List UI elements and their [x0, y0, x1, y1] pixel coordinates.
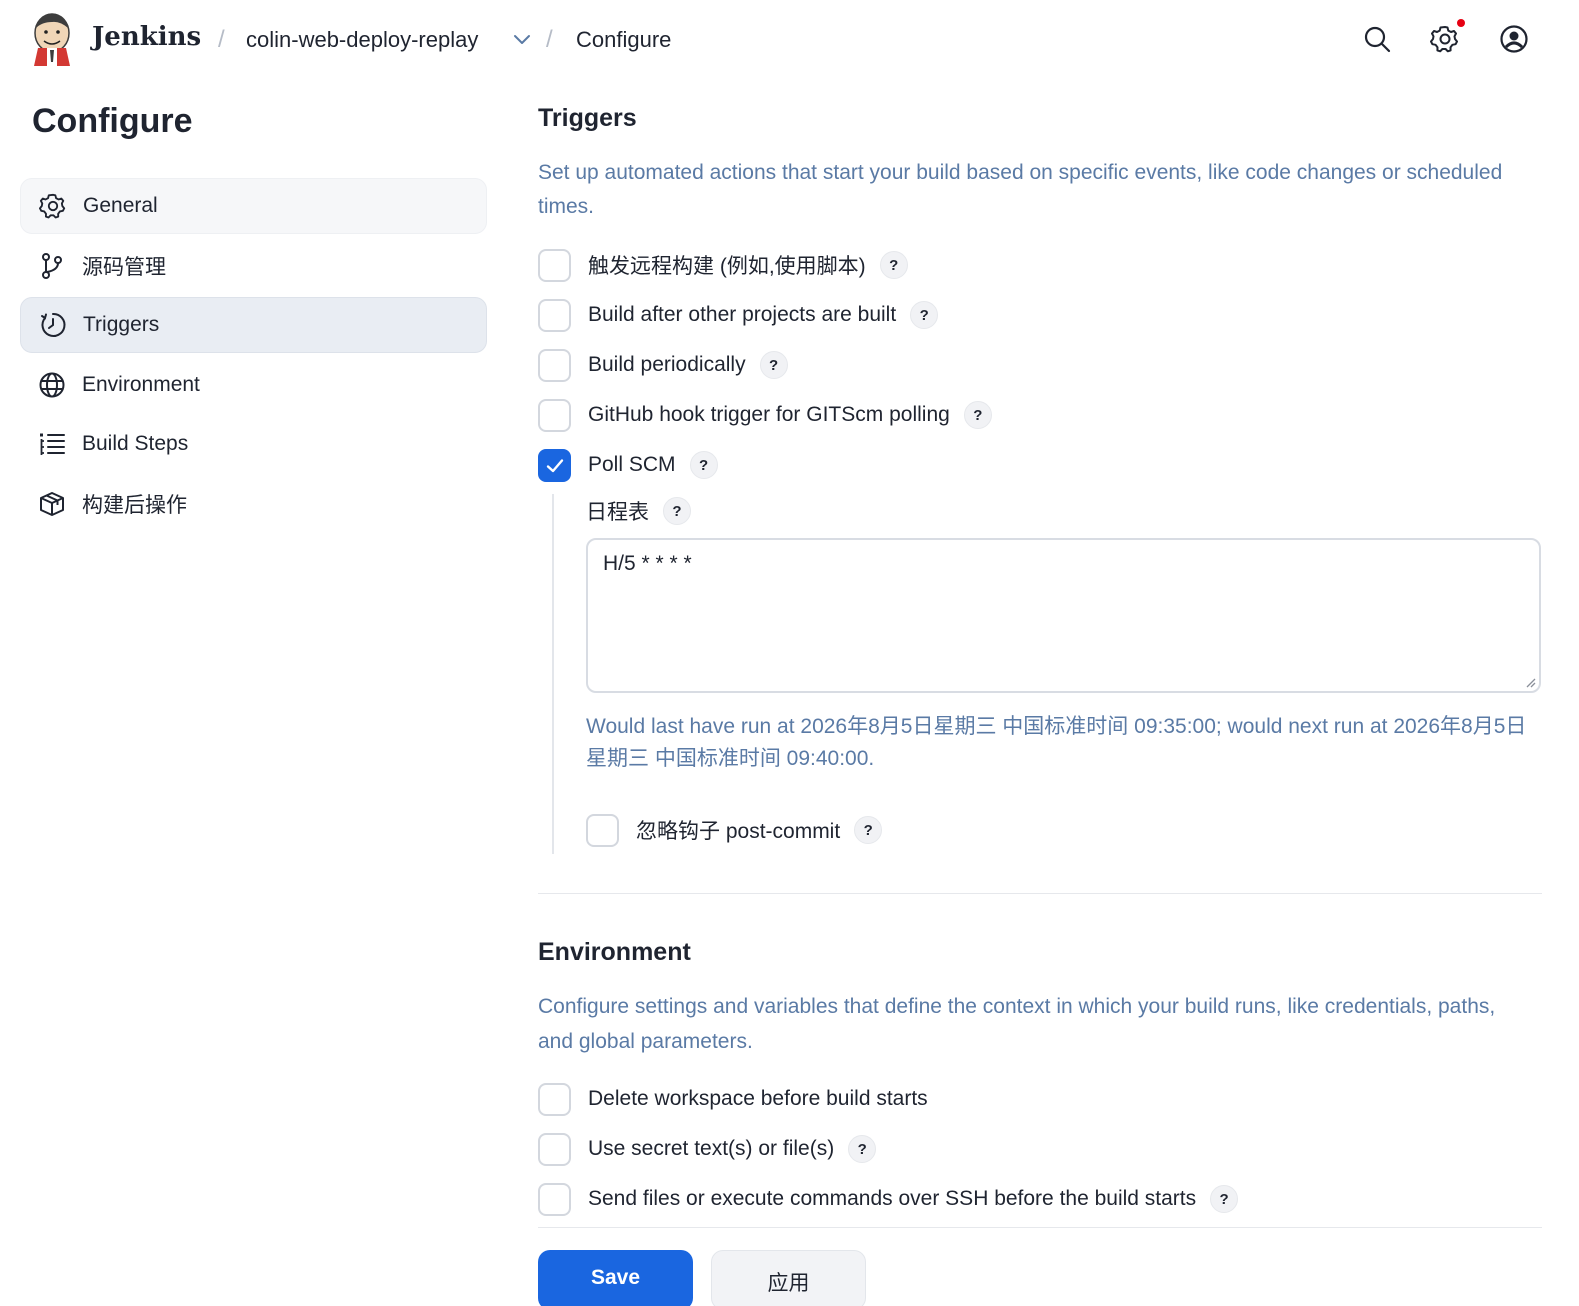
triggers-section-title: Triggers — [538, 104, 637, 132]
checkbox[interactable] — [538, 1082, 571, 1116]
environment-section-title: Environment — [538, 938, 691, 966]
chevron-down-icon[interactable] — [512, 32, 532, 48]
help-icon[interactable]: ? — [759, 351, 788, 379]
jenkins-logo-icon[interactable] — [30, 12, 74, 66]
sidebar-item-triggers[interactable]: Triggers — [20, 297, 487, 353]
schedule-textarea[interactable]: H/5 * * * * — [586, 538, 1541, 693]
sidebar-item-label: 源码管理 — [82, 256, 166, 279]
list-icon — [40, 433, 65, 455]
breadcrumb-current: Configure — [576, 27, 672, 52]
gear-icon — [39, 193, 66, 219]
env-delete-workspace[interactable]: Delete workspace before build starts — [538, 1082, 928, 1116]
sidebar-item-label: Environment — [82, 373, 200, 396]
checkbox-label: Send files or execute commands over SSH … — [588, 1187, 1197, 1210]
user-account-icon[interactable] — [1499, 24, 1529, 54]
source-branch-icon — [42, 253, 62, 279]
schedule-value: H/5 * * * * — [603, 552, 692, 575]
checkbox[interactable] — [538, 398, 571, 432]
sidebar-item-label: Build Steps — [82, 432, 189, 455]
trigger-build-periodically[interactable]: Build periodically ? — [538, 348, 788, 382]
checkbox-label: GitHub hook trigger for GITScm polling — [588, 403, 950, 426]
checkbox-label: Poll SCM — [588, 453, 676, 476]
checkbox-label: Delete workspace before build starts — [588, 1087, 928, 1110]
schedule-label: 日程表 — [586, 501, 649, 524]
sidebar-item-build-steps[interactable]: Build Steps — [20, 416, 487, 472]
sidebar-item-environment[interactable]: Environment — [20, 357, 487, 413]
breadcrumb-job[interactable]: colin-web-deploy-replay — [246, 27, 478, 53]
top-bar: Jenkins / colin-web-deploy-replay / Conf… — [0, 0, 1579, 80]
checkmark-icon — [546, 458, 564, 472]
brand-name[interactable]: Jenkins — [92, 22, 201, 52]
bottom-bar-divider — [538, 1227, 1542, 1228]
help-icon[interactable]: ? — [910, 301, 939, 329]
help-icon[interactable]: ? — [879, 251, 908, 279]
search-icon[interactable] — [1362, 24, 1392, 54]
clock-icon — [41, 312, 66, 337]
breadcrumb-separator: / — [546, 26, 553, 53]
notification-dot — [1457, 19, 1465, 27]
help-icon[interactable]: ? — [1210, 1185, 1239, 1213]
checkbox[interactable] — [538, 1132, 571, 1166]
gear-icon[interactable] — [1430, 24, 1460, 54]
resize-handle-icon[interactable] — [1524, 676, 1536, 688]
checkbox[interactable] — [586, 813, 619, 847]
page-title: Configure — [32, 102, 193, 140]
checkbox-label: 触发远程构建 (例如,使用脚本) — [588, 255, 866, 278]
help-icon[interactable]: ? — [689, 451, 718, 479]
trigger-poll-scm[interactable]: Poll SCM ? — [538, 448, 718, 482]
trigger-github-hook[interactable]: GitHub hook trigger for GITScm polling ? — [538, 398, 992, 432]
checkbox[interactable] — [538, 348, 571, 382]
schedule-label-row: 日程表 ? — [586, 496, 691, 526]
env-use-secret-text[interactable]: Use secret text(s) or file(s) ? — [538, 1132, 877, 1166]
save-button[interactable]: Save — [538, 1250, 693, 1306]
checkbox[interactable] — [538, 1182, 571, 1216]
sidebar-item-label: 构建后操作 — [82, 494, 187, 517]
checkbox-label: Build after other projects are built — [588, 303, 897, 326]
package-icon — [40, 492, 64, 516]
env-send-files-ssh[interactable]: Send files or execute commands over SSH … — [538, 1182, 1239, 1216]
checkbox[interactable] — [538, 248, 571, 282]
trigger-after-other-projects[interactable]: Build after other projects are built ? — [538, 298, 939, 332]
globe-icon — [39, 372, 65, 398]
help-icon[interactable]: ? — [848, 1135, 877, 1163]
apply-button[interactable]: 应用 — [711, 1250, 866, 1306]
nested-indent-line — [552, 494, 554, 854]
checkbox-label: 忽略钩子 post-commit — [636, 820, 841, 843]
sidebar-item-source-control[interactable]: 源码管理 — [20, 238, 487, 294]
checkbox[interactable] — [538, 298, 571, 332]
checkbox-label: Build periodically — [588, 353, 746, 376]
breadcrumb-separator: / — [218, 26, 225, 53]
trigger-remote-build[interactable]: 触发远程构建 (例如,使用脚本) ? — [538, 248, 908, 282]
sidebar-item-label: General — [83, 194, 158, 217]
help-icon[interactable]: ? — [963, 401, 992, 429]
sidebar-item-post-build[interactable]: 构建后操作 — [20, 476, 487, 532]
sidebar-item-label: Triggers — [83, 313, 160, 336]
help-icon[interactable]: ? — [854, 816, 883, 844]
environment-description: Configure settings and variables that de… — [538, 995, 1496, 1053]
checkbox-label: Use secret text(s) or file(s) — [588, 1137, 835, 1160]
sidebar-item-general[interactable]: General — [20, 178, 487, 234]
ignore-post-commit-hooks[interactable]: 忽略钩子 post-commit ? — [586, 813, 883, 847]
triggers-description: Set up automated actions that start your… — [538, 161, 1503, 218]
section-divider — [538, 893, 1542, 894]
help-icon[interactable]: ? — [663, 497, 691, 525]
checkbox-checked[interactable] — [538, 448, 571, 482]
schedule-hint: Would last have run at 2026年8月5日星期三 中国标准… — [586, 715, 1527, 770]
